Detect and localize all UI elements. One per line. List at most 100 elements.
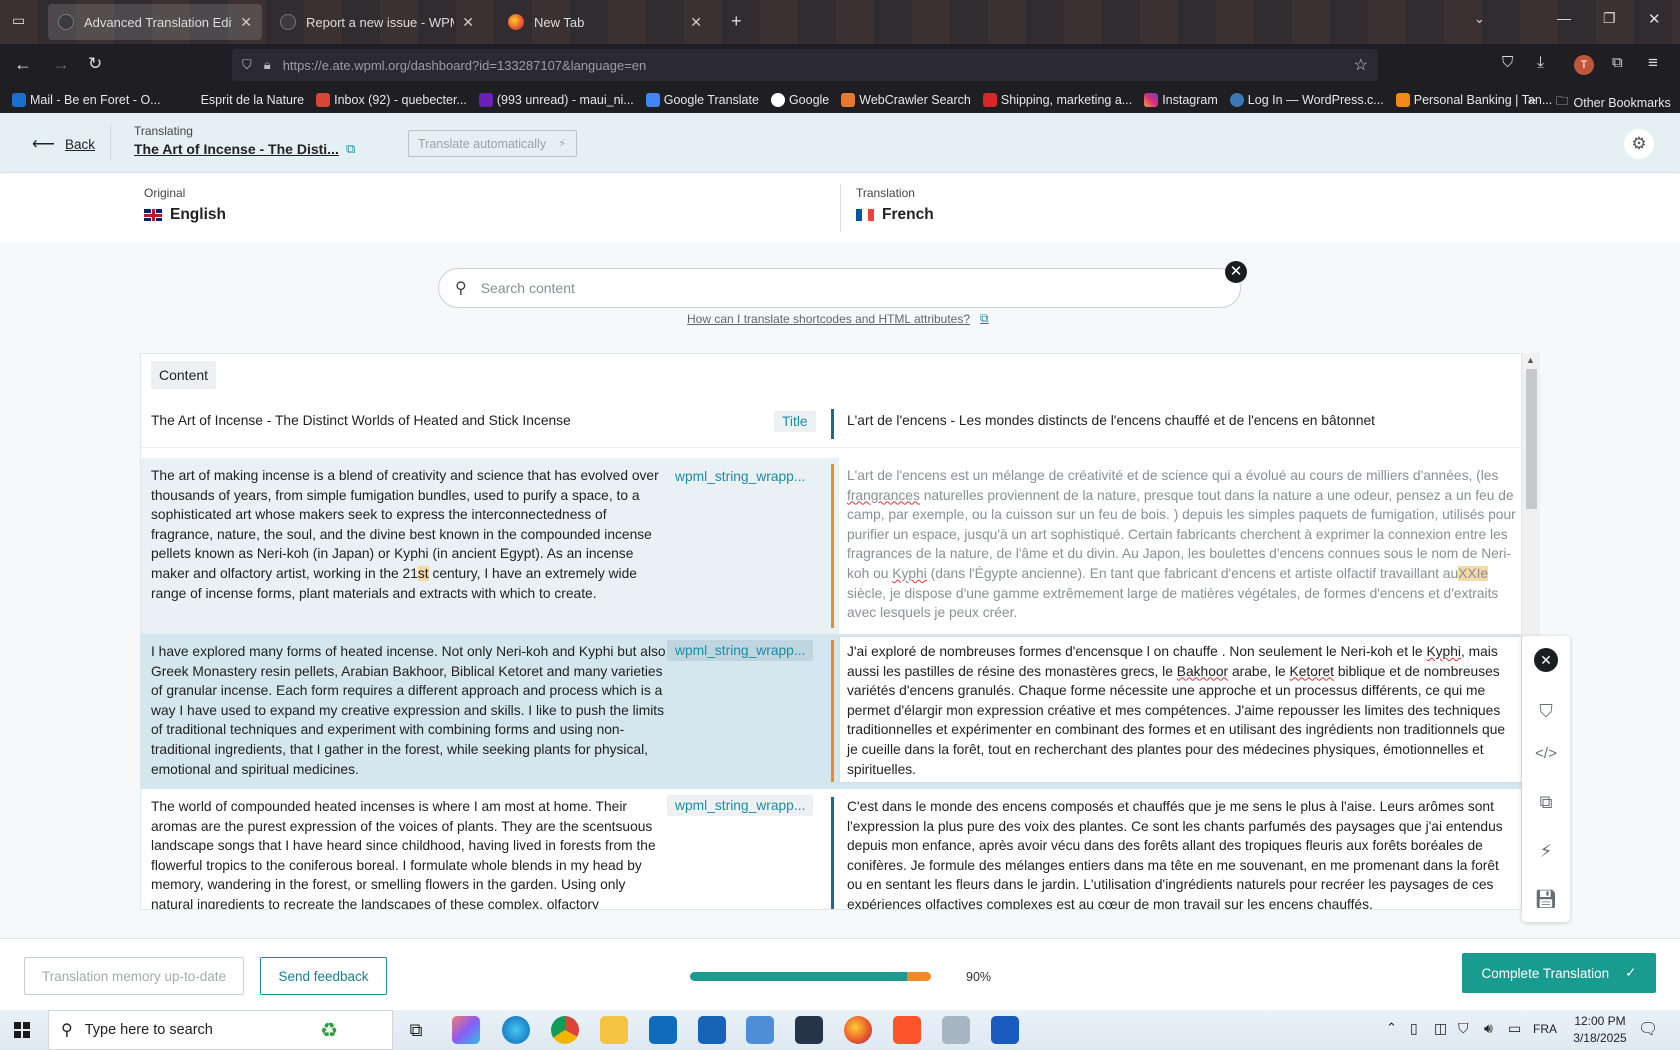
task-view-icon[interactable]: ⧉ (402, 1016, 430, 1044)
scrollbar-thumb[interactable] (1526, 369, 1537, 509)
code-tag-icon[interactable]: </> (1534, 742, 1558, 766)
spelling-flag: frangrances (847, 487, 920, 503)
bookmark-item[interactable]: (993 unread) - maui_ni... (478, 92, 634, 107)
back-button[interactable]: ⟵ Back (32, 134, 95, 154)
external-link-icon: ⧉ (980, 311, 989, 325)
clear-search-button[interactable]: ✕ (1225, 261, 1247, 283)
shield-icon[interactable]: ⛉ (242, 57, 252, 73)
tab-ate[interactable]: Advanced Translation Editor - WPML ✕ (48, 4, 262, 40)
bookmark-item[interactable]: WebCrawler Search (841, 92, 971, 107)
table-row[interactable]: The world of compounded heated incenses … (141, 789, 1521, 910)
target-text[interactable]: L'art de l'encens - Les mondes distincts… (847, 411, 1517, 431)
segment-tag: wpml_string_wrapp... (667, 795, 814, 816)
pocket-icon[interactable]: ⛉ (1502, 54, 1513, 71)
notifications-icon[interactable]: 🗨︎ (1638, 1019, 1658, 1039)
help-link[interactable]: How can I translate shortcodes and HTML … (687, 311, 989, 326)
forward-arrow-icon[interactable]: → (52, 54, 70, 75)
status-bar (831, 409, 834, 439)
bookmark-item[interactable]: Google (770, 92, 829, 107)
menu-icon[interactable]: ≡ (1648, 53, 1658, 73)
tray-chevron-icon[interactable]: ⌃ (1386, 1020, 1397, 1036)
content-scrollbar[interactable]: ▲ (1522, 353, 1540, 643)
bookmark-item[interactable]: Log In — WordPress.c... (1229, 92, 1384, 107)
tab-list-icon[interactable]: ▭ (12, 12, 25, 29)
input-language[interactable]: FRA (1533, 1022, 1557, 1036)
network-icon[interactable]: ⛉ (1458, 1020, 1469, 1037)
windows-start-icon[interactable] (14, 1022, 30, 1038)
table-row[interactable]: The art of making incense is a blend of … (141, 458, 1521, 634)
maximize-icon[interactable]: ❐ (1603, 10, 1616, 27)
send-feedback-button[interactable]: Send feedback (260, 957, 387, 995)
downloads-icon[interactable]: ⤓ (1537, 54, 1544, 72)
chrome-icon[interactable] (551, 1016, 579, 1044)
translation-memory-button[interactable]: Translation memory up-to-date (24, 957, 244, 995)
target-text-editor[interactable]: J'ai exploré de nombreuses formes d'ence… (847, 642, 1517, 779)
bookmark-label: WebCrawler Search (859, 92, 971, 107)
extensions-icon[interactable]: ⧉ (1612, 54, 1623, 71)
address-bar[interactable]: ⛉ 🔒︎ https://e.ate.wpml.org/dashboard?id… (232, 49, 1378, 81)
table-row[interactable]: The Art of Incense - The Distinct Worlds… (141, 397, 1521, 448)
profile-avatar[interactable]: T (1574, 55, 1594, 75)
bookmark-item[interactable]: Shipping, marketing a... (982, 92, 1132, 107)
segment-tag: Title (774, 411, 816, 432)
firefox-icon[interactable] (844, 1016, 872, 1044)
tab-favicon-icon (280, 14, 296, 30)
file-explorer-icon[interactable] (600, 1016, 628, 1044)
instagram-icon (1144, 92, 1159, 107)
lightning-icon[interactable]: ⚡︎ (1534, 839, 1558, 863)
close-tab-icon[interactable]: ✕ (462, 14, 474, 31)
app-icon[interactable] (795, 1016, 823, 1044)
outlook-icon[interactable] (649, 1016, 677, 1044)
search-content-field[interactable]: ⚲ Search content (438, 268, 1241, 308)
source-text: The world of compounded heated incenses … (151, 799, 656, 910)
copy-icon[interactable]: ⧉ (1534, 790, 1558, 814)
other-bookmarks[interactable]: 🗀 Other Bookmarks (1556, 92, 1671, 113)
language-bar: Original English Translation French (0, 173, 1680, 243)
back-arrow-icon[interactable]: ← (14, 54, 32, 75)
window-close-icon[interactable]: ✕ (1648, 10, 1661, 28)
copilot-icon[interactable] (452, 1016, 480, 1044)
translate-automatically-button[interactable]: Translate automatically ⚡︎ (408, 130, 577, 157)
scroll-up-icon[interactable]: ▲ (1526, 355, 1535, 365)
bookmark-star-icon[interactable]: ☆ (1354, 55, 1368, 75)
bookmark-icon[interactable]: ⛉ (1534, 699, 1558, 723)
table-row-active[interactable]: I have explored many forms of heated inc… (141, 634, 1521, 789)
tab-overflow-chevron-icon[interactable]: ⌄ (1474, 11, 1485, 27)
document-title-link[interactable]: The Art of Incense - The Disti... (134, 141, 339, 157)
bookmarks-overflow-icon[interactable]: » (1528, 91, 1536, 107)
word-icon[interactable] (991, 1016, 1019, 1044)
photos-icon[interactable] (942, 1016, 970, 1044)
clock[interactable]: 12:00 PM 3/18/2025 (1570, 1014, 1630, 1045)
save-icon[interactable]: 💾︎ (1534, 887, 1558, 911)
edge-icon[interactable] (502, 1016, 530, 1044)
tab-new-tab[interactable]: New Tab ✕ (498, 4, 712, 40)
new-tab-icon[interactable]: + (731, 11, 742, 32)
reload-icon[interactable]: ↻ (88, 54, 102, 74)
calculator-icon[interactable] (746, 1016, 774, 1044)
settings-gear-icon[interactable]: ⚙ (1624, 129, 1654, 159)
tab-report-issue[interactable]: Report a new issue - WPML ✕ (270, 4, 484, 40)
bookmark-item[interactable]: Inbox (92) - quebecter... (316, 92, 467, 107)
external-link-icon[interactable]: ⧉ (346, 141, 355, 157)
wifi-icon[interactable]: ▭ (1508, 1020, 1521, 1037)
tray-icon[interactable]: ◫ (1434, 1020, 1447, 1037)
close-segment-icon[interactable]: ✕ (1534, 648, 1558, 672)
volume-icon[interactable]: 🔊︎ (1484, 1020, 1493, 1037)
bookmark-item[interactable]: Esprit de la Nature (201, 93, 305, 107)
target-text[interactable]: L'art de l'encens est un mélange de créa… (847, 466, 1517, 623)
store-icon[interactable] (698, 1016, 726, 1044)
complete-translation-button[interactable]: Complete Translation ✓ (1462, 953, 1656, 993)
search-input[interactable]: Search content (481, 280, 575, 296)
bookmark-item[interactable]: Google Translate (645, 92, 759, 107)
bookmark-item[interactable]: Mail - Be en Foret - O... (12, 92, 161, 107)
brave-icon[interactable] (893, 1016, 921, 1044)
target-text[interactable]: C'est dans le monde des encens composés … (847, 797, 1517, 909)
close-tab-icon[interactable]: ✕ (690, 14, 702, 31)
close-tab-icon[interactable]: ✕ (240, 14, 252, 31)
minimize-icon[interactable]: — (1557, 10, 1571, 26)
taskbar-search[interactable]: ⚲ Type here to search ♻ (48, 1010, 393, 1050)
bookmark-item[interactable]: Instagram (1144, 92, 1218, 107)
tray-icon[interactable]: ▯ (1410, 1020, 1418, 1037)
url-text[interactable]: https://e.ate.wpml.org/dashboard?id=1332… (283, 58, 647, 73)
lock-icon[interactable]: 🔒︎ (264, 57, 271, 73)
